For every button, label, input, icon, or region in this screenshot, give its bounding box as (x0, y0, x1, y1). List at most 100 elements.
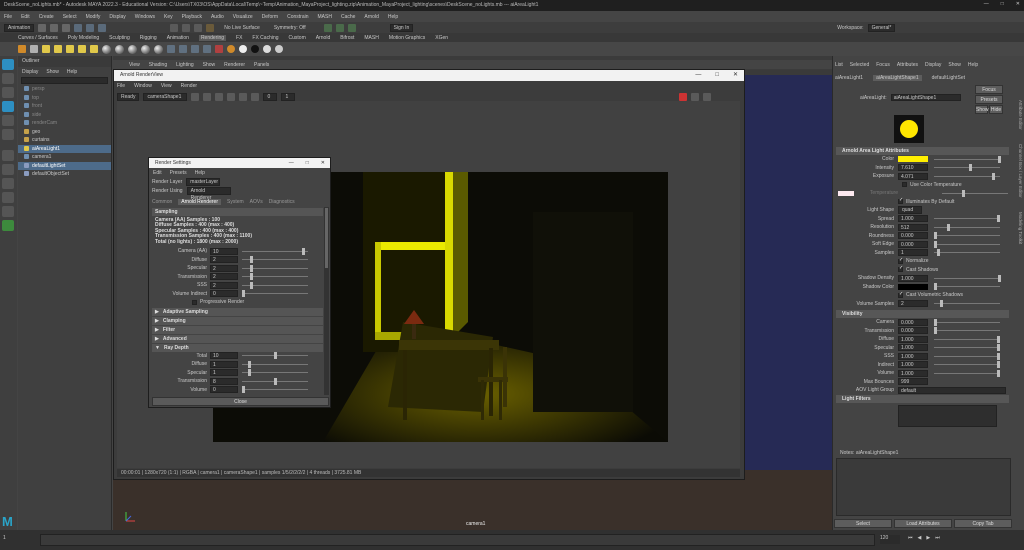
start-frame-field[interactable]: 1 (3, 535, 33, 544)
ae-attr-field[interactable]: 1 (898, 249, 928, 257)
shadow-density-field[interactable]: 1.000 (898, 274, 928, 282)
snapshot-icon[interactable] (215, 93, 224, 101)
first-frame-icon[interactable]: ⏮ (908, 535, 913, 541)
rs-attr-slider[interactable] (242, 352, 308, 360)
render-current-icon[interactable] (179, 45, 187, 53)
ae-attr-field[interactable]: 0.000 (898, 232, 928, 240)
new-scene-icon[interactable] (38, 23, 47, 32)
ae-attr-slider[interactable] (934, 369, 1000, 377)
outliner-search-input[interactable] (21, 77, 108, 84)
menu-audio[interactable]: Audio (211, 14, 224, 20)
progressive-checkbox[interactable] (192, 299, 197, 305)
rs-attr-slider[interactable] (242, 281, 308, 289)
rs-attr-field[interactable]: 10 (210, 247, 238, 255)
white-sphere-icon[interactable] (239, 45, 247, 53)
illuminates-checkbox[interactable] (898, 197, 903, 205)
rv-menu-item[interactable]: Render (181, 83, 197, 89)
shelf-tab-13[interactable]: XGen (435, 35, 448, 41)
ae-menu-item[interactable]: Attributes (897, 62, 918, 68)
ae-attr-field[interactable]: 1.000 (898, 215, 928, 223)
ae-attr-field[interactable]: 7.610 (898, 164, 928, 172)
close-button[interactable]: Close (152, 397, 329, 406)
outliner-menu-item[interactable]: Display (22, 69, 38, 75)
rv-menu-item[interactable]: File (117, 83, 125, 89)
shelf-tab-9[interactable]: Arnold (316, 35, 330, 41)
menu-windows[interactable]: Windows (135, 14, 155, 20)
shelf-tab-7[interactable]: FX Caching (252, 35, 278, 41)
normalize-checkbox[interactable] (898, 257, 903, 264)
light-filters-section[interactable]: Light Filters (836, 394, 1009, 403)
rv-menu-item[interactable]: Window (134, 83, 152, 89)
menu-edit[interactable]: Edit (21, 14, 30, 20)
ae-attr-field[interactable]: 0.000 (898, 240, 928, 248)
stop-icon[interactable] (203, 93, 212, 101)
ambient-light-icon[interactable] (30, 45, 38, 53)
side-tab[interactable]: Attribute Editor (1013, 100, 1023, 130)
outliner-item[interactable]: persp (18, 85, 111, 94)
area-light-section[interactable]: Arnold Area Light Attributes (836, 147, 1009, 155)
timeline-track[interactable] (40, 534, 875, 546)
ae-attr-field[interactable]: 1.000 (898, 369, 928, 377)
rv-layout-icon[interactable] (703, 93, 712, 101)
shelf-tab-12[interactable]: Motion Graphics (389, 35, 425, 41)
max-bounces-field[interactable]: 999 (898, 378, 928, 386)
rv-maximize-icon[interactable]: □ (715, 70, 719, 81)
rs-menu-item[interactable]: Edit (153, 170, 162, 176)
ae-menu-item[interactable]: List (835, 62, 843, 68)
side-tab[interactable]: Modeling Toolkit (1013, 212, 1023, 244)
menu-help[interactable]: Help (388, 14, 398, 20)
scale-tool-icon[interactable] (2, 129, 14, 140)
ae-attr-field[interactable]: 1.000 (898, 361, 928, 369)
rs-attr-slider[interactable] (242, 247, 308, 255)
rs-attr-field[interactable]: 2 (210, 264, 238, 272)
ae-tab[interactable]: aiAreaLightShape1 (873, 74, 922, 81)
ae-attr-slider[interactable] (934, 335, 1000, 343)
rs-attr-field[interactable]: 0 (210, 386, 238, 394)
rs-attr-slider[interactable] (242, 369, 308, 377)
minimize-icon[interactable]: — (984, 1, 989, 7)
outliner-layout-icon[interactable] (2, 192, 14, 203)
maximize-icon[interactable]: □ (1001, 1, 1004, 7)
rv-minimize-icon[interactable]: — (695, 70, 701, 81)
renderer-dropdown[interactable]: Arnold Renderer (186, 186, 231, 201)
point-light-icon[interactable] (54, 45, 62, 53)
viewport-menu-item[interactable]: View (129, 62, 140, 68)
viewport-menu-item[interactable]: Panels (254, 62, 269, 68)
shelf-tab-10[interactable]: Bifrost (340, 35, 354, 41)
rs-section[interactable]: ▶ Clamping (152, 316, 323, 325)
hide-button[interactable]: Hide (989, 105, 1003, 114)
render-settings-titlebar[interactable]: Render Settings — □ ✕ (149, 158, 330, 168)
ae-attr-field[interactable]: 1.000 (898, 344, 928, 352)
ae-attr-slider[interactable] (934, 327, 1000, 335)
rs-attr-slider[interactable] (242, 290, 308, 298)
outliner-item[interactable]: renderCam (18, 119, 111, 128)
rs-section[interactable]: ▶ Adaptive Sampling (152, 307, 323, 316)
ae-tab[interactable]: defaultLightSet (932, 75, 965, 81)
menu-constrain[interactable]: Constrain (287, 14, 308, 20)
viewport-menu-item[interactable]: Lighting (176, 62, 194, 68)
spot-light-icon[interactable] (66, 45, 74, 53)
shelf-tab-5[interactable]: Rendering (198, 34, 227, 41)
node-name-field[interactable]: aiAreaLightShape1 (890, 94, 961, 101)
camera-dropdown[interactable]: cameraShape1 (143, 93, 188, 101)
notes-textarea[interactable] (836, 458, 1011, 516)
color-swatch[interactable] (898, 156, 928, 163)
rs-attr-field[interactable]: 10 (210, 352, 238, 360)
viewport-menu-item[interactable]: Renderer (224, 62, 245, 68)
rs-attr-field[interactable]: 2 (210, 281, 238, 289)
rs-attr-slider[interactable] (242, 256, 308, 264)
rs-attr-slider[interactable] (242, 386, 308, 394)
rs-attr-field[interactable]: 2 (210, 273, 238, 281)
rs-attr-slider[interactable] (242, 264, 308, 272)
ae-attr-field[interactable]: 0.000 (898, 327, 928, 335)
outliner-item[interactable]: side (18, 111, 111, 120)
surface-shader-icon[interactable] (141, 44, 150, 54)
phong-sphere-icon[interactable] (128, 44, 137, 54)
snap-grid-icon[interactable] (170, 23, 179, 32)
rs-tab[interactable]: Common (152, 199, 172, 205)
ipr-render-icon[interactable] (335, 23, 344, 32)
standard-surface-icon[interactable] (154, 44, 163, 54)
ae-tab[interactable]: aiAreaLight1 (835, 75, 863, 81)
render-settings-icon[interactable] (347, 23, 356, 32)
outliner-item[interactable]: defaultObjectSet (18, 170, 111, 179)
